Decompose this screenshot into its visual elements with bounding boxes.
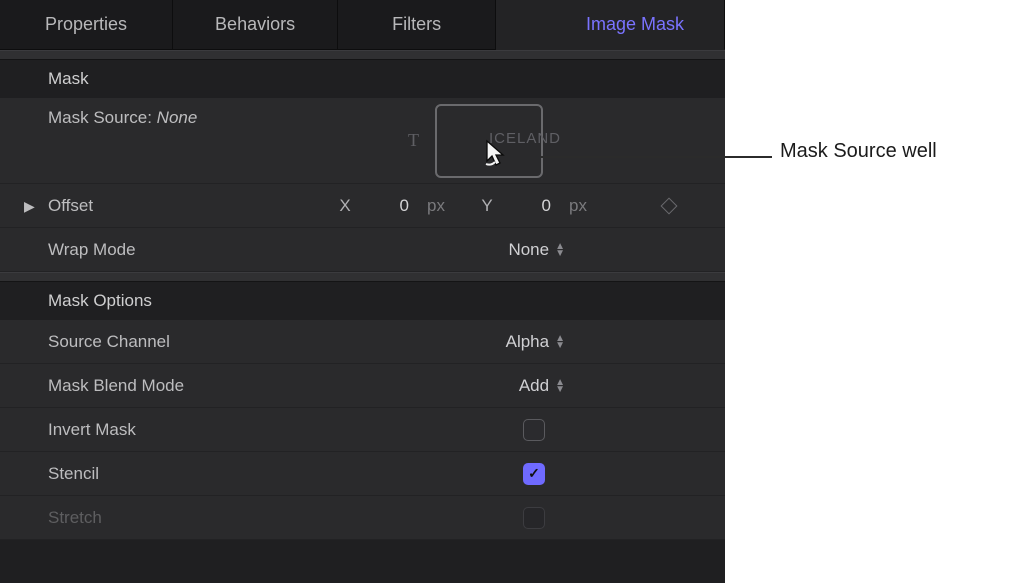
divider-strip [0, 50, 725, 60]
mask-blend-mode-row: Mask Blend Mode Add ▲▼ [0, 364, 725, 408]
mask-source-label: Mask Source: None [48, 98, 725, 128]
well-preview-text: ICELAND [395, 130, 561, 147]
stencil-row: Stencil ✓ [0, 452, 725, 496]
inspector-tabs: Properties Behaviors Filters Image Mask [0, 0, 725, 50]
offset-x-value[interactable]: 0 [373, 196, 409, 216]
offset-y-unit: px [565, 196, 601, 216]
mask-section-header: Mask [0, 60, 725, 98]
wrap-mode-value: None [508, 240, 549, 260]
keyframe-icon[interactable] [661, 197, 678, 214]
mask-source-label-text: Mask Source: [48, 108, 152, 127]
offset-disclosure-icon[interactable]: ▶ [24, 198, 35, 215]
source-channel-select[interactable]: Alpha ▲▼ [208, 332, 725, 352]
wrap-mode-label: Wrap Mode [48, 240, 208, 260]
popup-stepper-icon: ▲▼ [555, 335, 565, 349]
invert-mask-row: Invert Mask [0, 408, 725, 452]
blend-mode-value: Add [519, 376, 549, 396]
popup-stepper-icon: ▲▼ [555, 243, 565, 257]
mask-options-header: Mask Options [0, 282, 725, 320]
blend-mode-label: Mask Blend Mode [48, 376, 208, 396]
tab-filters[interactable]: Filters [338, 0, 496, 50]
invert-mask-label: Invert Mask [48, 420, 208, 440]
wrap-mode-row: Wrap Mode None ▲▼ [0, 228, 725, 272]
check-icon: ✓ [528, 465, 540, 482]
mask-source-well[interactable]: ICELAND [435, 104, 543, 178]
offset-row: ▶ Offset X 0 px Y 0 px [0, 184, 725, 228]
inspector-panel: Properties Behaviors Filters Image Mask … [0, 0, 725, 583]
divider-strip-2 [0, 272, 725, 282]
blend-mode-select[interactable]: Add ▲▼ [208, 376, 725, 396]
stretch-row: Stretch [0, 496, 725, 540]
stencil-checkbox[interactable]: ✓ [523, 463, 545, 485]
tab-behaviors[interactable]: Behaviors [173, 0, 338, 50]
offset-x-label: X [331, 196, 359, 216]
stretch-label: Stretch [48, 508, 208, 528]
callout-line [540, 156, 772, 158]
source-channel-value: Alpha [506, 332, 549, 352]
offset-x-unit: px [423, 196, 459, 216]
offset-y-value[interactable]: 0 [515, 196, 551, 216]
stretch-checkbox [523, 507, 545, 529]
source-channel-label: Source Channel [48, 332, 208, 352]
drag-cursor-icon [483, 139, 509, 172]
mask-source-value: None [157, 108, 198, 127]
callout-label: Mask Source well [780, 140, 937, 163]
offset-label: Offset [48, 196, 208, 216]
popup-stepper-icon: ▲▼ [555, 379, 565, 393]
text-layer-icon: T [408, 130, 419, 151]
offset-y-label: Y [473, 196, 501, 216]
wrap-mode-select[interactable]: None ▲▼ [208, 240, 725, 260]
tab-image-mask[interactable]: Image Mask [496, 0, 725, 50]
source-channel-row: Source Channel Alpha ▲▼ [0, 320, 725, 364]
stencil-label: Stencil [48, 464, 208, 484]
mask-source-row: Mask Source: None T ICELAND [0, 98, 725, 184]
tab-properties[interactable]: Properties [0, 0, 173, 50]
invert-mask-checkbox[interactable] [523, 419, 545, 441]
